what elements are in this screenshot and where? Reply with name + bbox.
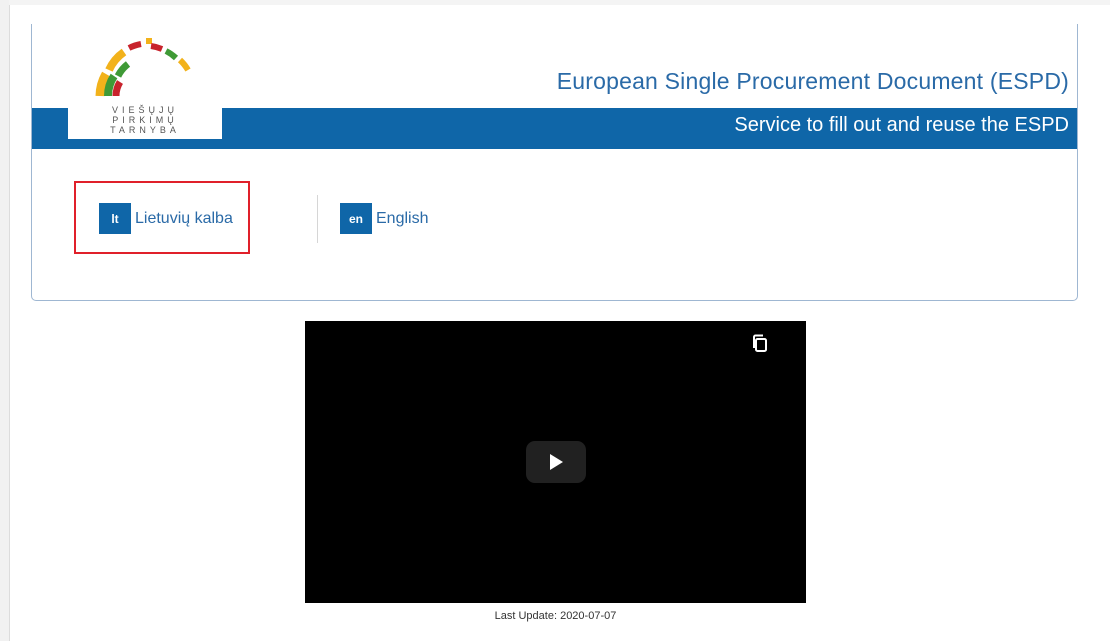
play-button[interactable] [526, 441, 586, 483]
language-label: Lietuvių kalba [135, 209, 233, 227]
play-icon [550, 454, 563, 470]
window-top-edge [9, 0, 1110, 5]
page-title: European Single Procurement Document (ES… [556, 68, 1069, 94]
copy-icon[interactable] [750, 332, 772, 354]
language-option-en[interactable]: en English [340, 203, 428, 234]
agency-logo[interactable]: VIEŠŲJŲ PIRKIMŲ TARNYBA [68, 30, 222, 139]
language-option-lt[interactable]: lt Lietuvių kalba [99, 203, 233, 234]
language-code-badge: en [340, 203, 372, 234]
language-code-badge: lt [99, 203, 131, 234]
page-subtitle: Service to fill out and reuse the ESPD [734, 114, 1069, 136]
language-divider [317, 195, 318, 243]
logo-arc-icon [95, 38, 191, 97]
window-left-edge [0, 0, 10, 641]
header-panel: European Single Procurement Document (ES… [31, 24, 1078, 301]
language-selector: lt Lietuvių kalba en English [32, 179, 1077, 259]
logo-text-line1: VIEŠŲJŲ [111, 105, 178, 115]
logo-text-line2: PIRKIMŲ [112, 115, 178, 125]
language-label: English [376, 209, 429, 227]
logo-text-line3: TARNYBA [110, 125, 180, 135]
last-update-text: Last Update: 2020-07-07 [494, 610, 617, 622]
video-player[interactable] [305, 321, 806, 603]
